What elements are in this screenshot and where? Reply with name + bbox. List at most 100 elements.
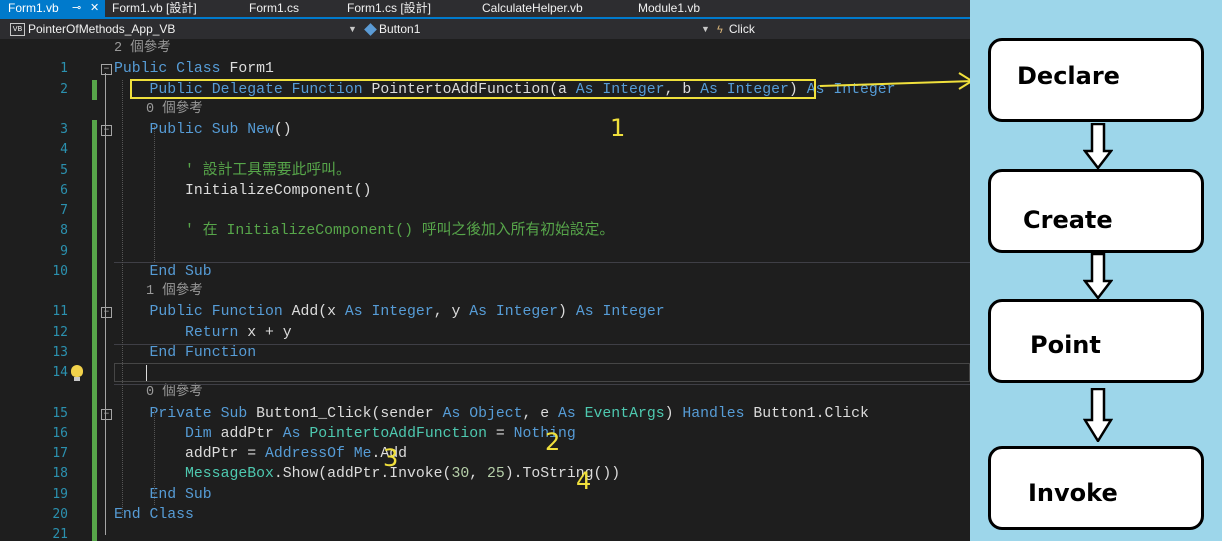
cube-icon: [364, 23, 377, 37]
tab-form1-vb[interactable]: Form1.vb ⊸ ✕: [0, 0, 105, 17]
code-line[interactable]: 13 End Function: [0, 343, 970, 363]
code-text: Private Sub Button1_Click(sender As Obje…: [149, 405, 869, 422]
code-line[interactable]: 8 ' 在 InitializeComponent() 呼叫之後加入所有初始設定…: [0, 221, 970, 241]
lightbulb-icon[interactable]: [71, 365, 83, 381]
indent-guide: [122, 79, 123, 515]
tab-form1-cs-design[interactable]: Form1.cs [設計]: [347, 0, 431, 17]
down-arrow-icon: [1083, 123, 1113, 169]
close-icon[interactable]: ✕: [90, 0, 99, 17]
code-text: Public Class Form1: [114, 61, 274, 78]
document-tab-strip: Form1.vb ⊸ ✕ Form1.vb [設計] Form1.cs Form…: [0, 0, 970, 17]
code-text: ' 設計工具需要此呼叫。: [185, 162, 351, 179]
tab-form1-vb-design[interactable]: Form1.vb [設計]: [112, 0, 197, 17]
line-number: 19: [52, 486, 68, 502]
member-name: Click: [728, 22, 755, 36]
tab-label: CalculateHelper.vb: [482, 1, 583, 15]
line-number: 21: [52, 527, 68, 541]
code-line[interactable]: 10 End Sub: [0, 262, 970, 282]
code-line[interactable]: 14: [0, 363, 970, 383]
codelens-references[interactable]: 0 個參考: [146, 383, 203, 403]
collapse-icon[interactable]: −: [101, 125, 112, 136]
line-number: 2: [60, 81, 68, 97]
line-number: 3: [60, 122, 68, 137]
tab-label: Form1.vb: [8, 1, 59, 15]
code-area[interactable]: 2 個參考 1− Public Class Form1 2 Public Delega…: [0, 39, 970, 541]
pin-icon[interactable]: ⊸: [72, 0, 81, 17]
code-text: Return x + y: [185, 324, 292, 341]
code-line[interactable]: 3 − Public Sub New(): [0, 120, 970, 140]
text-caret: [146, 365, 147, 381]
code-line[interactable]: 16 Dim addPtr As PointertoAddFunction = …: [0, 424, 970, 444]
navigation-bar: VB PointerOfMethods_App_VB ▼ Button1 ▼ ϟC…: [0, 19, 970, 39]
code-line[interactable]: 20 End Class: [0, 505, 970, 525]
code-line[interactable]: 7: [0, 201, 970, 221]
code-line[interactable]: 21: [0, 525, 970, 541]
codelens-references[interactable]: 1 個參考: [146, 282, 203, 302]
codelens-references[interactable]: 2 個參考: [114, 39, 171, 59]
code-text: ' 在 InitializeComponent() 呼叫之後加入所有初始設定。: [185, 223, 615, 240]
project-name: PointerOfMethods_App_VB: [28, 22, 176, 36]
code-line[interactable]: 15 − Private Sub Button1_Click(sender As …: [0, 404, 970, 424]
line-number: 8: [60, 223, 68, 239]
tab-module1-vb[interactable]: Module1.vb: [638, 0, 700, 17]
outline-guide: [105, 73, 106, 536]
tab-calculatehelper-vb[interactable]: CalculateHelper.vb: [482, 0, 583, 17]
codelens-references[interactable]: 0 個參考: [146, 100, 203, 120]
indent-guide: [154, 126, 155, 262]
code-line[interactable]: 11 − Public Function Add(x As Integer, y …: [0, 302, 970, 322]
code-text: Dim addPtr As PointertoAddFunction = Not…: [185, 425, 576, 442]
code-line[interactable]: 5 ' 設計工具需要此呼叫。: [0, 161, 970, 181]
chevron-down-icon[interactable]: ▼: [348, 19, 357, 39]
code-line[interactable]: 17 addPtr = AddressOf Me.Add: [0, 444, 970, 464]
line-number: 11: [52, 304, 68, 320]
code-text: MessageBox.Show(addPtr.Invoke(30, 25).To…: [185, 466, 621, 483]
member-separator: [114, 261, 970, 263]
change-indicator-bar: [92, 120, 97, 541]
code-line[interactable]: 9: [0, 242, 970, 262]
collapse-icon[interactable]: −: [101, 408, 112, 420]
code-text: End Sub: [149, 486, 212, 503]
code-text: End Function: [149, 344, 257, 361]
object-name: Button1: [379, 22, 421, 36]
flow-box-create: Create: [988, 169, 1204, 253]
step-number-2: 2: [545, 428, 561, 456]
line-number: 17: [52, 446, 68, 461]
code-text: addPtr = AddressOf Me.Add: [114, 446, 408, 462]
line-number: 16: [52, 425, 68, 441]
line-number: 1: [60, 61, 68, 77]
delegate-flow-panel: Declare Create Point Invoke: [970, 0, 1222, 541]
down-arrow-icon: [1083, 253, 1113, 299]
collapse-icon[interactable]: −: [101, 64, 112, 76]
line-number: 10: [52, 263, 68, 279]
declare-pointer-arrow: [820, 72, 970, 90]
line-number: 14: [52, 365, 68, 380]
current-line-highlight: [114, 363, 970, 382]
code-line[interactable]: 18 MessageBox.Show(addPtr.Invoke(30, 25)…: [0, 464, 970, 484]
line-number: 15: [52, 405, 68, 421]
tab-label: Form1.cs: [249, 1, 300, 15]
project-dropdown[interactable]: VB PointerOfMethods_App_VB: [10, 20, 360, 38]
flow-label-create: Create: [1023, 206, 1113, 234]
member-dropdown[interactable]: ϟ Click: [717, 20, 967, 38]
code-line[interactable]: 12 Return x + y: [0, 323, 970, 343]
indent-guide: [154, 409, 155, 505]
object-dropdown[interactable]: Button1: [364, 20, 706, 38]
line-number: 13: [52, 344, 68, 360]
declare-highlight-box: [130, 79, 816, 99]
line-number: 4: [60, 142, 68, 158]
collapse-icon[interactable]: −: [101, 307, 112, 319]
member-separator: [114, 384, 970, 386]
code-line[interactable]: 6 InitializeComponent(): [0, 181, 970, 201]
flow-label-point: Point: [1030, 331, 1101, 359]
code-text: Public Function Add(x As Integer, y As I…: [149, 304, 665, 321]
code-line[interactable]: 4: [0, 140, 970, 160]
member-separator: [114, 343, 970, 345]
step-number-3: 3: [383, 444, 399, 472]
flow-box-point: Point: [988, 299, 1204, 383]
chevron-down-icon[interactable]: ▼: [701, 19, 710, 39]
tab-form1-cs[interactable]: Form1.cs: [249, 0, 299, 17]
flow-label-declare: Declare: [1017, 62, 1120, 90]
code-line[interactable]: 19 End Sub: [0, 485, 970, 505]
down-arrow-icon: [1083, 388, 1113, 442]
code-text: End Sub: [149, 263, 212, 280]
